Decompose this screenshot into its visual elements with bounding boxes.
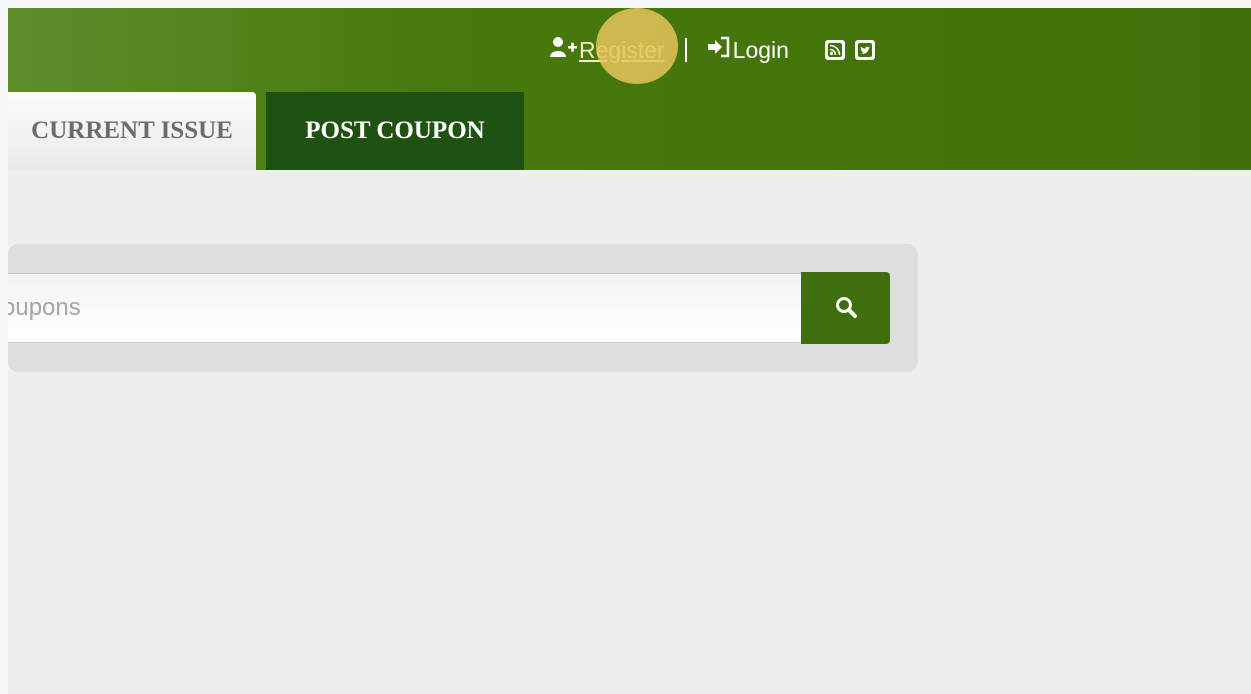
user-plus-icon <box>549 36 579 64</box>
sign-in-icon <box>707 36 731 64</box>
tab-current-issue-label: CURRENT ISSUE <box>31 117 233 144</box>
tab-current-issue[interactable]: CURRENT ISSUE <box>8 92 256 170</box>
twitter-icon[interactable] <box>854 40 875 60</box>
search-button[interactable] <box>801 272 890 344</box>
header-link-separator <box>684 38 687 62</box>
register-label: Register <box>579 36 665 63</box>
search-panel <box>8 244 918 372</box>
main-nav-tabs: CURRENT ISSUE POST COUPON <box>8 92 524 170</box>
tab-post-coupon-label: POST COUPON <box>305 117 485 144</box>
header-links: Register Login <box>549 36 875 64</box>
login-link[interactable]: Login <box>707 36 789 64</box>
register-link[interactable]: Register <box>549 36 665 64</box>
search-icon <box>834 295 858 322</box>
page-frame: Register Login CURRENT ISSUE POST COUPON… <box>8 8 1251 694</box>
social-links <box>824 40 875 60</box>
rss-icon[interactable] <box>824 40 845 60</box>
tab-post-coupon[interactable]: POST COUPON <box>266 92 524 170</box>
site-header: Register Login CURRENT ISSUE POST COUPON <box>8 8 1251 170</box>
login-label: Login <box>732 36 789 63</box>
search-input[interactable] <box>8 273 801 343</box>
